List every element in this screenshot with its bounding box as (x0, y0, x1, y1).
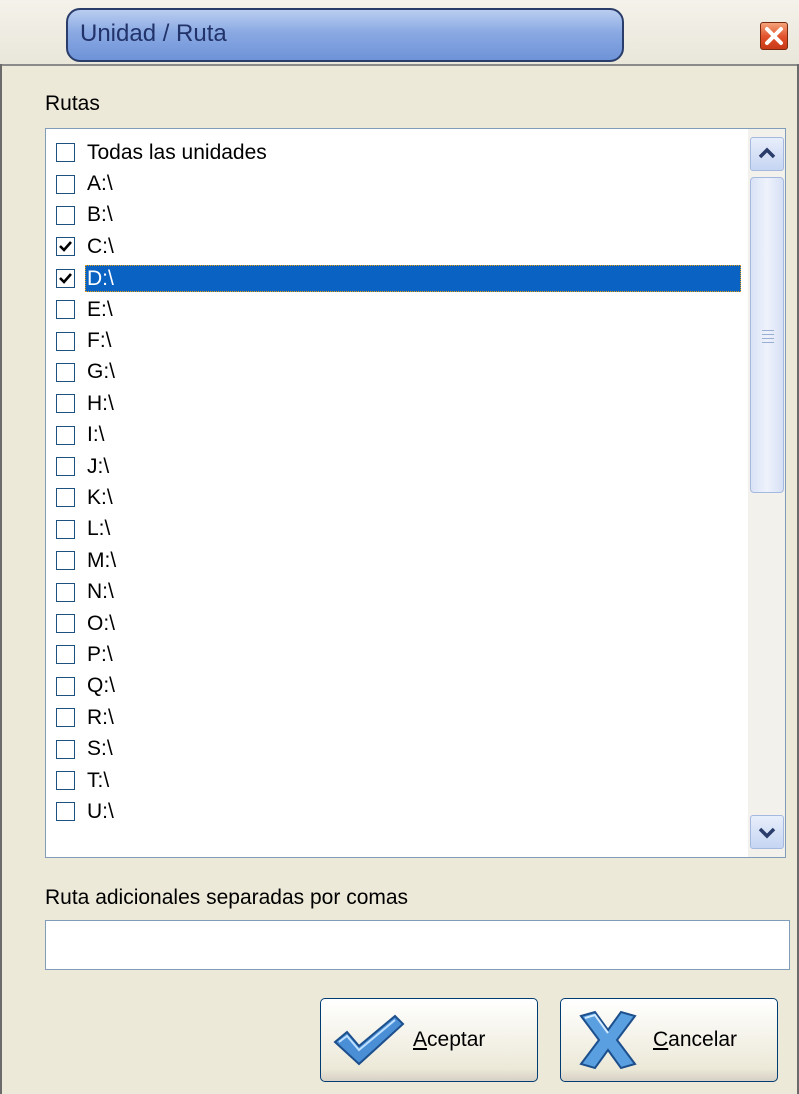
list-item-label: U:\ (87, 799, 114, 823)
list-item[interactable]: O:\ (46, 608, 746, 639)
rutas-label: Rutas (45, 92, 100, 115)
vertical-scrollbar[interactable] (748, 129, 785, 857)
checkbox[interactable] (56, 174, 75, 194)
checkbox[interactable] (56, 268, 75, 288)
list-item-label: S:\ (87, 737, 113, 761)
list-item[interactable]: P:\ (46, 639, 746, 670)
checkbox[interactable] (56, 300, 75, 320)
cancel-label: Cancelar (653, 1028, 738, 1051)
checkbox[interactable] (56, 645, 75, 665)
x-mark-icon (579, 1010, 637, 1070)
list-item[interactable]: Todas las unidades (46, 137, 746, 168)
scroll-grip (762, 330, 774, 346)
list-item[interactable]: H:\ (46, 388, 746, 419)
checkbox[interactable] (56, 551, 75, 571)
list-item[interactable]: U:\ (46, 796, 746, 827)
checkbox[interactable] (56, 425, 75, 445)
checkbox[interactable] (56, 237, 75, 257)
list-item-label: N:\ (87, 580, 114, 604)
list-item[interactable]: F:\ (46, 325, 746, 356)
checkbox[interactable] (56, 205, 75, 225)
list-item[interactable]: K:\ (46, 482, 746, 513)
checkbox[interactable] (56, 582, 75, 602)
title-bar: Unidad / Ruta (0, 0, 799, 64)
list-item-label: Q:\ (87, 674, 116, 698)
checkbox[interactable] (56, 614, 75, 634)
list-item-label: G:\ (87, 360, 116, 384)
scroll-thumb[interactable] (750, 177, 784, 493)
checkbox[interactable] (56, 676, 75, 696)
rutas-checklist[interactable]: Todas las unidades A:\ B:\ C:\ D:\D:\ E:\ F:\ G… (45, 128, 786, 858)
checkbox[interactable] (56, 488, 75, 508)
list-item[interactable]: M:\ (46, 545, 746, 576)
accept-label: Aceptar (413, 1028, 486, 1051)
list-item[interactable]: B:\ (46, 200, 746, 231)
checkmark-icon (59, 272, 72, 284)
list-item-label: C:\ (87, 234, 114, 258)
selected-item-highlight[interactable]: D:\ (85, 264, 741, 292)
accept-button[interactable]: Aceptar (320, 998, 538, 1082)
list-item-label: O:\ (87, 611, 116, 635)
checkbox[interactable] (56, 802, 75, 822)
list-item[interactable]: R:\ (46, 702, 746, 733)
window-title: Unidad / Ruta (80, 20, 227, 47)
list-item[interactable]: S:\ (46, 733, 746, 764)
list-item[interactable]: G:\ (46, 357, 746, 388)
list-item-label: K:\ (87, 485, 113, 509)
list-item-label: T:\ (87, 768, 110, 792)
list-item-label: P:\ (87, 642, 113, 666)
list-item-label: E:\ (87, 297, 113, 321)
list-item[interactable]: D:\D:\ (46, 263, 746, 294)
window-frame-left (0, 64, 2, 1094)
list-item[interactable]: I:\ (46, 420, 746, 451)
list-item[interactable]: L:\ (46, 514, 746, 545)
list-item-label: J:\ (87, 454, 110, 478)
close-icon (765, 27, 783, 45)
checkbox[interactable] (56, 331, 75, 351)
scroll-down-button[interactable] (750, 815, 784, 849)
checkbox[interactable] (56, 708, 75, 728)
cancel-button[interactable]: Cancelar (560, 998, 778, 1082)
list-item[interactable]: E:\ (46, 294, 746, 325)
checkbox[interactable] (56, 739, 75, 759)
checkbox[interactable] (56, 457, 75, 477)
list-item[interactable]: T:\ (46, 765, 746, 796)
checkbox[interactable] (56, 519, 75, 539)
chevron-up-icon (758, 147, 776, 159)
list-item-label: B:\ (87, 203, 113, 227)
list-item-label: M:\ (87, 548, 117, 572)
extra-paths-label: Ruta adicionales separadas por comas (45, 886, 409, 909)
list-item-label: A:\ (87, 172, 113, 196)
scroll-up-button[interactable] (750, 137, 784, 171)
checkbox[interactable] (56, 362, 75, 382)
list-item[interactable]: N:\ (46, 576, 746, 607)
list-item-label: L:\ (87, 517, 111, 541)
checkbox[interactable] (56, 394, 75, 414)
rutas-list-items: Todas las unidades A:\ B:\ C:\ D:\D:\ E:\ F:\ G… (46, 137, 746, 828)
title-tab: Unidad / Ruta (66, 8, 624, 62)
chevron-down-icon (758, 827, 776, 839)
checkmark-icon (333, 1014, 405, 1066)
list-item[interactable]: J:\ (46, 451, 746, 482)
list-item-label: Todas las unidades (87, 140, 267, 164)
checkbox[interactable] (56, 143, 75, 163)
list-item[interactable]: A:\ (46, 168, 746, 199)
window-frame-top (0, 64, 799, 66)
list-item-label: I:\ (87, 423, 105, 447)
checkbox[interactable] (56, 771, 75, 790)
list-item[interactable]: C:\ (46, 231, 746, 262)
list-item-label: R:\ (87, 705, 114, 729)
extra-paths-input[interactable] (45, 920, 790, 970)
close-button[interactable] (760, 22, 788, 50)
checkmark-icon (59, 241, 72, 253)
list-item-label: H:\ (87, 391, 114, 415)
list-item[interactable]: Q:\ (46, 671, 746, 702)
list-item-label: F:\ (87, 329, 112, 353)
